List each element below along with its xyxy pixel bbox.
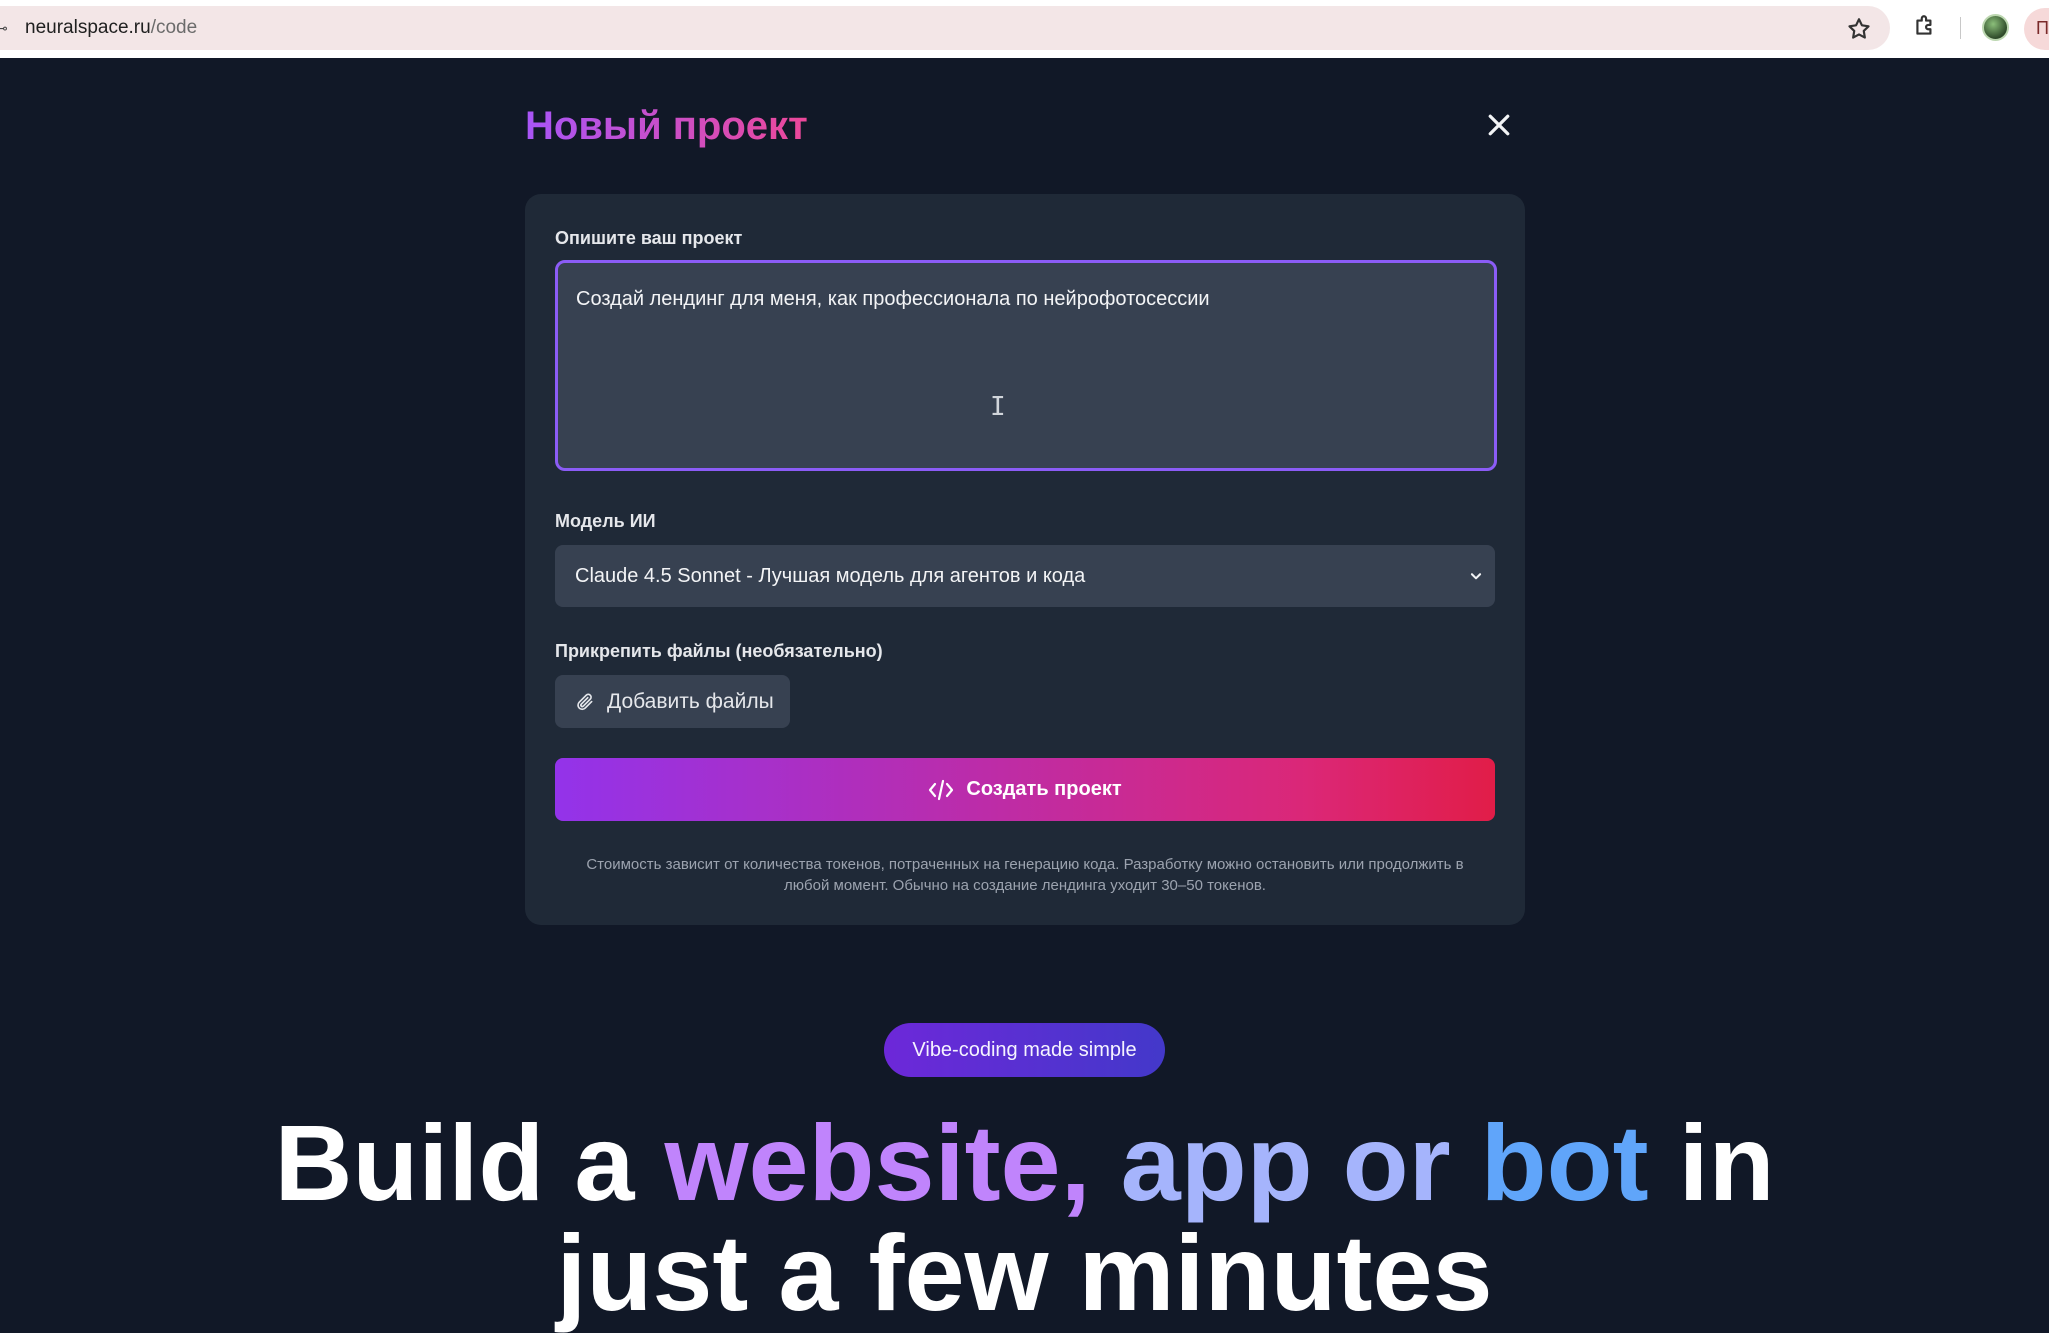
modal-title: Новый проект	[525, 104, 808, 148]
project-description-input[interactable]	[555, 260, 1497, 471]
site-info-icon[interactable]: ⊸	[0, 20, 10, 36]
paperclip-icon	[577, 693, 593, 710]
hero-title-highlight: or	[1312, 1102, 1451, 1223]
code-icon	[929, 779, 954, 800]
extensions-icon[interactable]	[1912, 13, 1938, 39]
url-host: neuralspace.ru	[25, 17, 151, 38]
model-select[interactable]: Claude 4.5 Sonnet - Лучшая модель для аг…	[555, 545, 1495, 607]
bookmark-star-icon[interactable]	[1846, 16, 1872, 42]
new-project-form: Опишите ваш проект I Модель ИИ Claude 4.…	[525, 194, 1525, 925]
create-project-label: Создать проект	[966, 778, 1122, 800]
model-label: Модель ИИ	[555, 511, 656, 531]
close-icon[interactable]	[1484, 110, 1514, 140]
model-selected-value: Claude 4.5 Sonnet - Лучшая модель для аг…	[575, 565, 1086, 587]
hero-title-highlight: bot	[1450, 1102, 1649, 1223]
add-files-label: Добавить файлы	[607, 689, 774, 713]
url-text[interactable]: neuralspace.ru/code	[25, 17, 197, 39]
hero-title-part: in	[1648, 1102, 1775, 1223]
hero-title-line2: just a few minutes	[556, 1212, 1493, 1333]
hero-title-highlight: website,	[664, 1102, 1091, 1223]
description-label: Опишите ваш проект	[555, 228, 743, 248]
browser-menu-button[interactable]: П	[2024, 8, 2049, 50]
create-project-button[interactable]: Создать проект	[555, 758, 1495, 821]
hero-title-highlight: app	[1090, 1102, 1313, 1223]
url-path: /code	[150, 17, 198, 38]
hero-title-part: Build a	[274, 1102, 665, 1223]
hero-title: Build a website, app or bot in	[0, 1108, 2049, 1218]
add-files-button[interactable]: Добавить файлы	[555, 675, 790, 728]
attach-files-label: Прикрепить файлы (необязательно)	[555, 641, 883, 661]
chevron-down-icon	[1470, 573, 1482, 580]
cost-note: Стоимость зависит от количества токенов,…	[586, 856, 1464, 894]
toolbar-divider	[1960, 17, 1961, 39]
text-cursor-icon: I	[990, 392, 1006, 422]
hero-badge: Vibe-coding made simple	[884, 1023, 1165, 1077]
address-bar[interactable]: ⊸ neuralspace.ru/code	[0, 6, 1890, 50]
profile-avatar[interactable]	[1982, 14, 2009, 41]
browser-toolbar: ⊸ neuralspace.ru/code П	[0, 0, 2049, 58]
